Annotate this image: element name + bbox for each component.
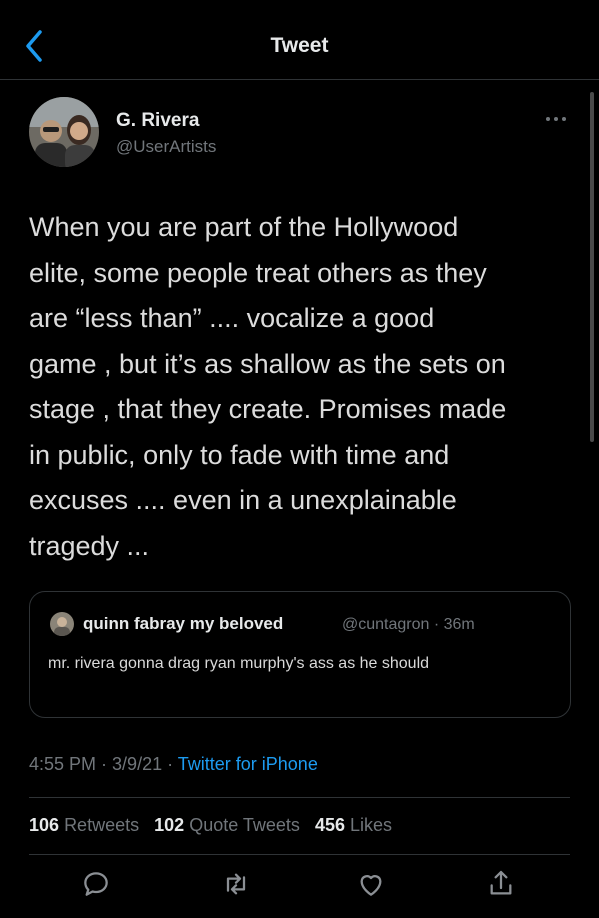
tweet-line: in public, only to fade with time and [29, 439, 450, 470]
quote-tweets-count: 102 [154, 815, 185, 835]
quote-avatar [50, 612, 74, 636]
retweets-stat[interactable]: 106 Retweets [29, 815, 139, 835]
tweet-line: elite, some people treat others as they [29, 257, 487, 288]
tweet-line: tragedy ... [29, 530, 150, 561]
quote-author-name: quinn fabray my beloved [83, 614, 284, 633]
likes-label: Likes [350, 815, 393, 835]
avatar[interactable] [29, 97, 99, 167]
tweet-line: are “less than” .... vocalize a good [29, 303, 435, 333]
quote-time: 36m [443, 616, 475, 633]
tweet-date: 3/9/21 [112, 754, 163, 774]
tweet-text: When you are part of the Hollywood elite… [29, 205, 574, 569]
likes-count: 456 [314, 815, 345, 835]
quote-text: mr. rivera gonna drag ryan murphy's ass … [48, 655, 430, 672]
author-name[interactable]: G. Rivera [116, 110, 199, 132]
tweet-line: When you are part of the Hollywood [29, 212, 459, 242]
quoted-tweet[interactable]: quinn fabray my beloved @cuntagron · 36m… [29, 591, 571, 718]
tweet-meta: 4:55 PM · 3/9/21 · Twitter for iPhone [29, 754, 318, 774]
quote-author-handle: @cuntagron [342, 616, 430, 633]
tweet-line: game , but it’s as shallow as the sets o… [29, 348, 506, 379]
scrollbar[interactable] [590, 92, 594, 442]
quote-tweets-label: Quote Tweets [189, 815, 300, 835]
reply-icon[interactable] [80, 868, 112, 900]
retweet-icon[interactable] [220, 868, 252, 900]
author-handle[interactable]: @UserArtists [116, 137, 216, 157]
tweet-source-link[interactable]: Twitter for iPhone [178, 754, 318, 774]
divider [29, 797, 570, 798]
retweets-label: Retweets [64, 815, 140, 835]
top-bar: Tweet [0, 0, 599, 80]
divider [29, 854, 570, 855]
share-icon[interactable] [485, 868, 517, 900]
likes-stat[interactable]: 456 Likes [315, 815, 392, 835]
quote-author-meta: @cuntagron · 36m [342, 616, 475, 633]
tweet-line: excuses .... even in a unexplainable [29, 485, 457, 515]
tweet-line: stage , that they create. Promises made [29, 394, 507, 424]
tweet-time: 4:55 PM [29, 754, 97, 774]
quote-tweets-stat[interactable]: 102 Quote Tweets [154, 815, 300, 835]
more-horizontal-icon[interactable] [543, 112, 569, 126]
heart-icon[interactable] [355, 868, 387, 900]
retweets-count: 106 [29, 815, 60, 835]
engagement-stats: 106 Retweets 102 Quote Tweets 456 Likes [29, 815, 402, 836]
page-title: Tweet [270, 34, 329, 57]
